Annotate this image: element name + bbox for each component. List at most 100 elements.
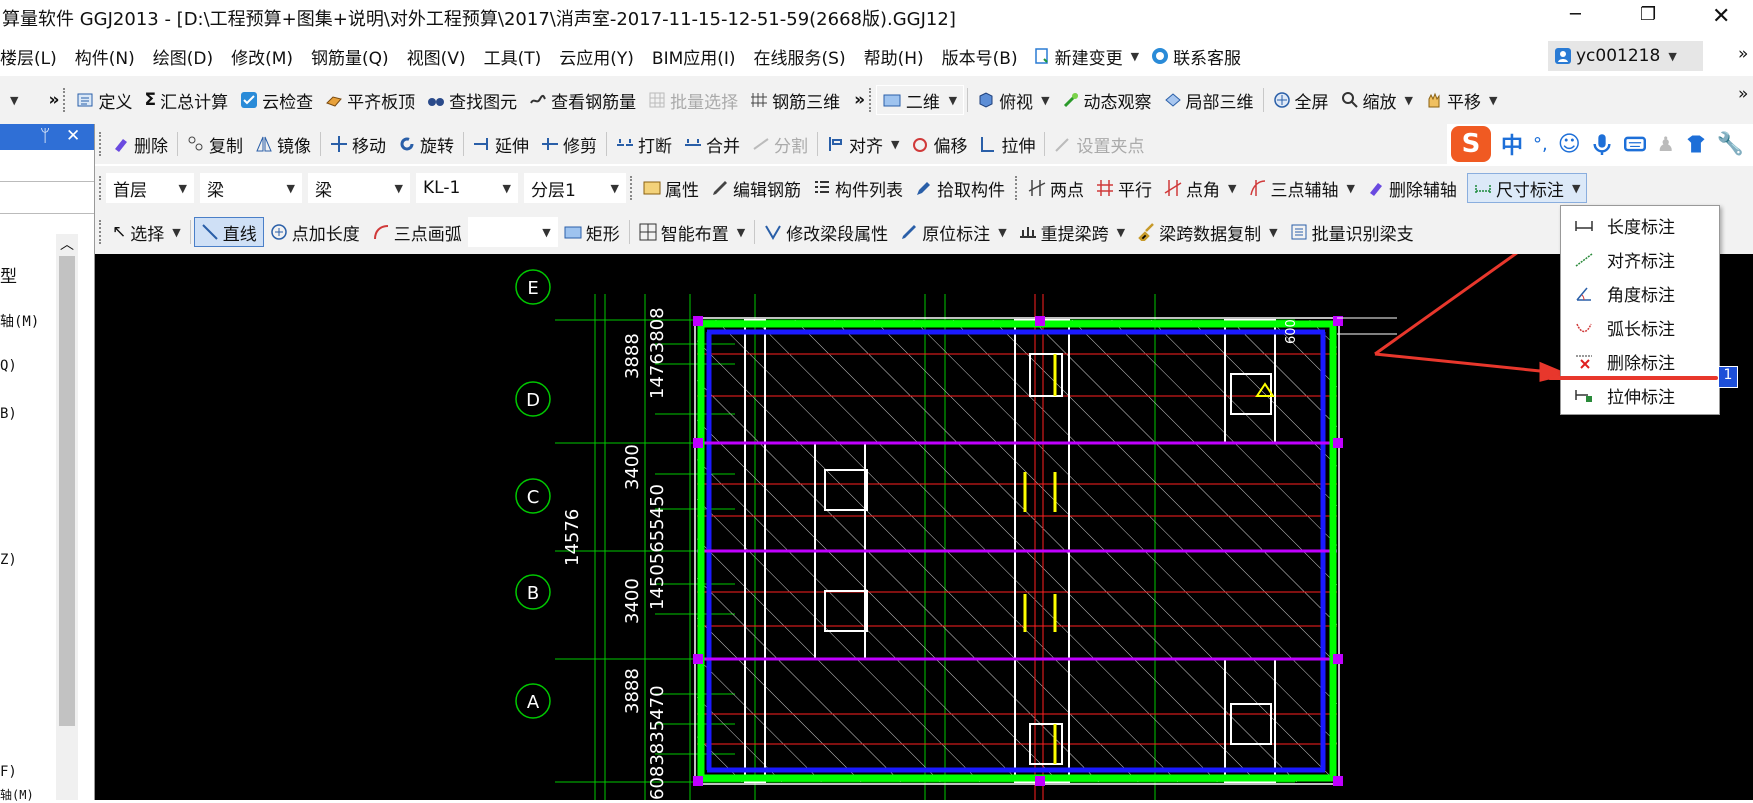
keyboard-icon[interactable] [1623,133,1647,155]
edit-rebar-button[interactable]: 编辑钢筋 [705,173,807,203]
tree-item[interactable]: F) [0,764,17,780]
menu-rebar[interactable]: 钢筋量(Q) [302,44,398,69]
menu-floor[interactable]: 楼层(L) [0,44,66,69]
menu-draw[interactable]: 绘图(D) [144,44,222,69]
sogou-logo-icon[interactable]: S [1451,126,1491,162]
tree-item[interactable]: Q) [0,358,17,374]
arc-length-dimension-item[interactable]: 弧长标注 [1561,310,1719,344]
move-button[interactable]: 移动 [324,129,392,159]
user-icon[interactable]: ♟ [1657,132,1675,156]
dimension-button[interactable]: 尺寸标注 ▼ [1466,173,1588,203]
aligned-dimension-item[interactable]: 对齐标注 [1561,242,1719,276]
merge-button[interactable]: 合并 [678,129,746,159]
angle-dimension-item[interactable]: 角度标注 [1561,276,1719,310]
component-list-button[interactable]: 构件列表 [807,173,909,203]
offset-button[interactable]: 偏移 [905,129,973,159]
scroll-up-icon[interactable]: ︿ [56,234,78,254]
smart-layout-button[interactable]: 智能布置 ▼ [633,217,751,247]
panel-close-icon[interactable]: ✕ [66,126,80,146]
summary-calc-button[interactable]: Σ 汇总计算 [138,85,234,115]
rotate-button[interactable]: 旋转 [392,129,460,159]
select-button[interactable]: ↖ 选择 ▼ [106,217,187,247]
tree-item[interactable]: 轴(M) [0,786,34,803]
wrench-icon[interactable]: 🔧 [1717,132,1744,157]
rectangle-button[interactable]: 矩形 [558,217,626,247]
contact-support-button[interactable]: 联系客服 [1145,41,1247,71]
component-subtype-select[interactable]: 梁 ▼ [308,173,410,203]
pan-button[interactable]: 平移 ▼ [1419,85,1503,115]
local-3d-button[interactable]: 局部三维 [1158,85,1260,115]
rebar-3d-button[interactable]: 钢筋三维 [744,85,846,115]
drawing-canvas[interactable]: E D C B A 3888 14763808 3400 14505655450… [95,254,1753,800]
scroll-thumb[interactable] [59,256,75,726]
point-angle-axis-button[interactable]: 点角 ▼ [1158,173,1242,203]
toolbar-more-button[interactable]: » [854,90,865,110]
component-type-select[interactable]: 梁 ▼ [200,173,302,203]
menu-version[interactable]: 版本号(B) [933,44,1027,69]
microphone-icon[interactable] [1591,133,1613,155]
chevron-right-icon[interactable]: » [1738,44,1748,64]
parallel-axis-button[interactable]: 平行 [1090,173,1158,203]
point-length-button[interactable]: 点加长度 [264,217,366,247]
three-point-axis-button[interactable]: 三点辅轴 ▼ [1242,173,1360,203]
two-point-axis-button[interactable]: 两点 [1022,173,1090,203]
trim-button[interactable]: 修剪 [535,129,603,159]
highlighted-input[interactable]: 1 [1718,366,1738,388]
component-name-select[interactable]: KL-1 ▼ [416,173,518,203]
user-account[interactable]: yc001218 ▼ [1548,41,1703,71]
restore-button[interactable]: ❐ [1640,4,1656,25]
menu-component[interactable]: 构件(N) [66,44,144,69]
layer-select[interactable]: 分层1 ▼ [524,173,626,203]
in-place-annotation-button[interactable]: 原位标注 ▼ [894,217,1012,247]
skin-icon[interactable] [1685,133,1707,155]
delete-button[interactable]: 删除 [106,129,174,159]
tree-item[interactable]: 轴(M) [0,311,39,331]
batch-identify-button[interactable]: 批量识别梁支 [1284,217,1420,247]
toolbar-more-button[interactable]: » [48,90,59,110]
minimize-button[interactable]: ─ [1570,4,1581,25]
emoji-icon[interactable]: ☺ [1558,132,1581,157]
view-rebar-button[interactable]: 查看钢筋量 [523,85,642,115]
chevron-right-icon[interactable]: » [1738,84,1748,104]
ime-punctuation-mode[interactable]: °, [1533,134,1548,155]
floor-select[interactable]: 首层 ▼ [106,173,194,203]
re-extract-span-button[interactable]: 重提梁跨 ▼ [1013,217,1131,247]
fullscreen-button[interactable]: 全屏 [1267,85,1335,115]
extend-button[interactable]: 延伸 [467,129,535,159]
align-button[interactable]: 对齐 ▼ [821,129,905,159]
floor-plan[interactable]: E D C B A 3888 14763808 3400 14505655450… [95,254,1753,800]
menu-modify[interactable]: 修改(M) [222,44,302,69]
dynamic-observe-button[interactable]: 动态观察 [1056,85,1158,115]
line-button[interactable]: 直线 [193,217,264,247]
menu-help[interactable]: 帮助(H) [855,44,933,69]
find-element-button[interactable]: 查找图元 [421,85,523,115]
span-data-copy-button[interactable]: 梁跨数据复制 ▼ [1131,217,1283,247]
tree-item[interactable]: 型 [0,262,17,287]
three-point-arc-button[interactable]: 三点画弧 [366,217,468,247]
properties-button[interactable]: 属性 [637,173,705,203]
ime-chinese-mode[interactable]: 中 [1501,128,1523,160]
delete-dimension-item[interactable]: 删除标注 [1561,344,1719,378]
zoom-button[interactable]: 缩放 ▼ [1335,85,1419,115]
chevron-down-icon[interactable]: ▼ [10,94,18,107]
menu-online[interactable]: 在线服务(S) [745,44,855,69]
menu-bim[interactable]: BIM应用(I) [643,44,745,69]
menu-cloud[interactable]: 云应用(Y) [550,44,643,69]
cloud-check-button[interactable]: 云检查 [234,85,319,115]
pin-icon[interactable]: ᛘ [40,126,50,146]
view-mode-select[interactable]: 二维 ▼ [876,85,965,115]
close-button[interactable]: ✕ [1712,4,1730,29]
menu-view[interactable]: 视图(V) [398,44,475,69]
stretch-dimension-item[interactable]: 拉伸标注 [1561,378,1719,412]
stretch-button[interactable]: 拉伸 [973,129,1041,159]
tree-item[interactable]: Z) [0,552,17,568]
flush-slab-top-button[interactable]: 平齐板顶 [319,85,421,115]
modify-beam-segment-button[interactable]: 修改梁段属性 [758,217,894,247]
arc-option-select[interactable]: ▼ [467,217,558,247]
tree-item[interactable]: B) [0,406,17,422]
define-button[interactable]: 定义 [70,85,138,115]
delete-axis-button[interactable]: 删除辅轴 [1361,173,1463,203]
new-change-button[interactable]: 新建变更 ▼ [1027,41,1145,71]
top-view-button[interactable]: 俯视 ▼ [971,85,1055,115]
length-dimension-item[interactable]: 长度标注 [1561,208,1719,242]
